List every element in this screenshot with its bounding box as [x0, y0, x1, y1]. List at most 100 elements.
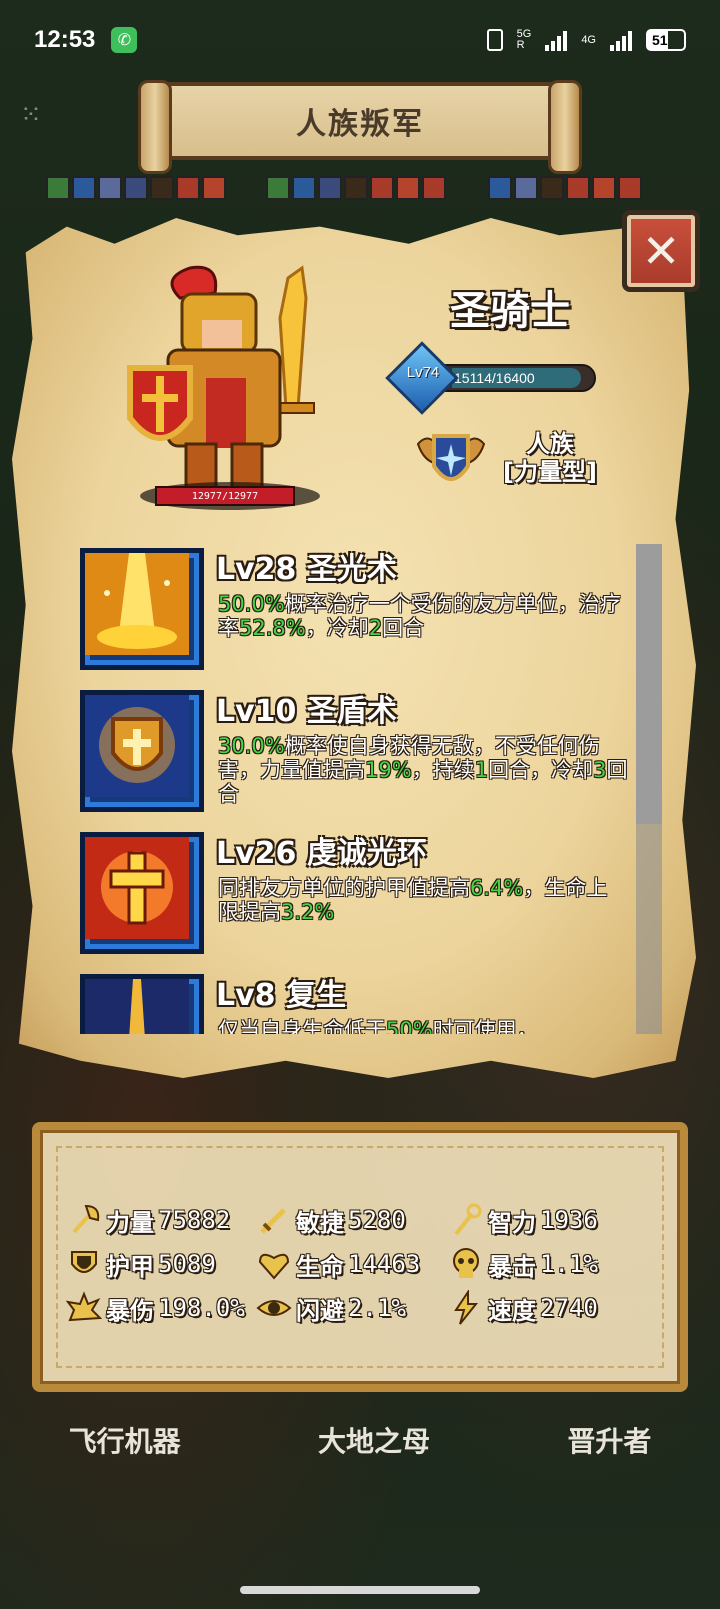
stat-label: 暴伤: [106, 1296, 154, 1325]
stat-1: 生命 14463: [256, 1244, 420, 1284]
skull-icon: [453, 1248, 479, 1278]
equip-slot: [176, 176, 200, 200]
scrollbar-thumb[interactable]: [636, 544, 662, 824]
stat-2: 暴击 1.1%: [448, 1244, 598, 1284]
holy-shield-icon: [80, 690, 204, 812]
staff-icon: [454, 1203, 482, 1236]
menu-icon[interactable]: ⁙: [20, 100, 48, 130]
skill-description: 30.0%概率使自身获得无敌，不受任何伤害，力量值提高19%，持续1回合，冷却3…: [218, 734, 628, 806]
hero-race: 人族 [力量型]: [490, 430, 610, 486]
equip-slot: [396, 176, 420, 200]
equip-slot: [422, 176, 446, 200]
skill-item[interactable]: Lv26 虔诚光环 同排友方单位的护甲值提高6.4%，生命上限提高3.2%: [78, 828, 638, 968]
skill-description: 仅当自身生命低于50%时可使用，: [218, 1018, 628, 1034]
unit-name-3[interactable]: 晋升者: [567, 1420, 651, 1460]
skill-text: 仅当自身生命低于: [218, 1018, 386, 1034]
stat-0: 暴伤 198.0%: [66, 1288, 245, 1328]
skill-title: Lv8 复生: [216, 970, 346, 1014]
stat-0: 力量 75882: [66, 1200, 230, 1240]
xp-text: 15114/16400: [454, 370, 535, 386]
equip-slot: [514, 176, 538, 200]
skill-title: Lv28 圣光术: [216, 544, 397, 588]
race-name: 人族: [526, 430, 574, 458]
equipment-strip-left: [46, 176, 226, 202]
skill-value: 1: [474, 758, 489, 782]
bottom-unit-names: 飞行机器 大地之母 晋升者: [0, 1420, 720, 1460]
stat-label: 闪避: [296, 1296, 344, 1325]
equip-slot: [98, 176, 122, 200]
equipment-strip-right: [488, 176, 642, 202]
skill-value: 19%: [365, 758, 412, 782]
signal-icon: [545, 29, 568, 51]
network-label-4g: 4G: [581, 33, 596, 46]
close-button[interactable]: ✕: [622, 210, 700, 292]
stat-1: 敏捷 5280: [256, 1200, 406, 1240]
hp-text: 12977/12977: [191, 490, 259, 502]
skill-name: 圣盾术: [306, 694, 397, 729]
skill-list[interactable]: Lv28 圣光术 50.0%概率治疗一个受伤的友方单位，治疗率52.8%，冷却2…: [78, 540, 638, 1034]
skill-name: 复生: [286, 978, 346, 1013]
stat-2: 智力 1936: [448, 1200, 598, 1240]
unit-name-1[interactable]: 飞行机器: [69, 1420, 181, 1460]
hero-name: 圣骑士: [450, 288, 570, 334]
equip-slot: [46, 176, 70, 200]
skill-level: Lv26: [216, 836, 297, 871]
skill-level: Lv28: [216, 552, 297, 587]
skill-title: Lv10 圣盾术: [216, 686, 397, 730]
skill-description: 50.0%概率治疗一个受伤的友方单位，治疗率52.8%，冷却2回合: [218, 592, 628, 640]
skill-text: 回合: [382, 616, 425, 640]
stat-label: 敏捷: [296, 1208, 344, 1237]
race-type: [力量型]: [503, 458, 597, 486]
stat-label: 护甲: [106, 1252, 154, 1281]
equip-slot: [370, 176, 394, 200]
winged-shield-emblem-icon: [416, 434, 486, 481]
stat-value: 1.1%: [540, 1250, 598, 1278]
stats-row: 力量 75882 敏捷 5280 智力 1936: [66, 1200, 666, 1240]
skill-item[interactable]: Lv10 圣盾术 30.0%概率使自身获得无敌，不受任何伤害，力量值提高19%，…: [78, 686, 638, 826]
stat-label: 生命: [296, 1252, 344, 1281]
phone-call-icon: ✆: [111, 27, 138, 53]
skill-description: 同排友方单位的护甲值提高6.4%，生命上限提高3.2%: [218, 876, 628, 924]
status-time: 12:53: [34, 26, 96, 53]
holy-light-icon: [80, 548, 204, 670]
stat-value: 2.1%: [348, 1294, 406, 1322]
equipment-strip-middle: [266, 176, 446, 202]
equip-slot: [344, 176, 368, 200]
network-label-roaming: R: [516, 39, 525, 51]
axe-icon: [72, 1204, 100, 1234]
skill-text: 回合，冷却: [488, 758, 594, 782]
stat-value: 198.0%: [158, 1294, 245, 1322]
team-banner: 人族叛军: [138, 80, 582, 174]
battery-icon: 51: [646, 29, 686, 51]
skill-item[interactable]: Lv8 复生 仅当自身生命低于50%时可使用，: [78, 970, 638, 1034]
shield-icon: [71, 1251, 97, 1273]
stats-row: 暴伤 198.0% 闪避 2.1% 速度 2740: [66, 1288, 666, 1328]
equip-slot: [566, 176, 590, 200]
stat-0: 护甲 5089: [66, 1244, 216, 1284]
lightning-icon: [454, 1290, 479, 1325]
hp-bar: 12977/12977: [155, 486, 295, 506]
stat-label: 暴击: [488, 1252, 536, 1281]
stat-value: 5089: [158, 1250, 216, 1278]
stat-label: 力量: [106, 1208, 154, 1237]
skill-level: Lv8: [216, 978, 276, 1013]
equip-slot: [150, 176, 174, 200]
explosion-icon: [66, 1291, 102, 1322]
skill-text: ，持续: [411, 758, 475, 782]
equip-slot: [72, 176, 96, 200]
skill-value: 3: [593, 758, 607, 782]
unit-name-2[interactable]: 大地之母: [318, 1420, 430, 1460]
skill-item[interactable]: Lv28 圣光术 50.0%概率治疗一个受伤的友方单位，治疗率52.8%，冷却2…: [78, 544, 638, 684]
equip-slot: [318, 176, 342, 200]
sword-icon: [260, 1208, 286, 1234]
heart-icon: [258, 1253, 290, 1280]
equip-slot: [592, 176, 616, 200]
equip-slot: [124, 176, 148, 200]
skill-text: 时可使用，: [432, 1018, 538, 1034]
equip-slot: [488, 176, 512, 200]
home-indicator[interactable]: [240, 1586, 480, 1594]
skill-value: 2: [368, 616, 383, 640]
skill-value: 50%: [386, 1018, 433, 1034]
eye-icon: [256, 1300, 292, 1316]
stat-value: 2740: [540, 1294, 598, 1322]
